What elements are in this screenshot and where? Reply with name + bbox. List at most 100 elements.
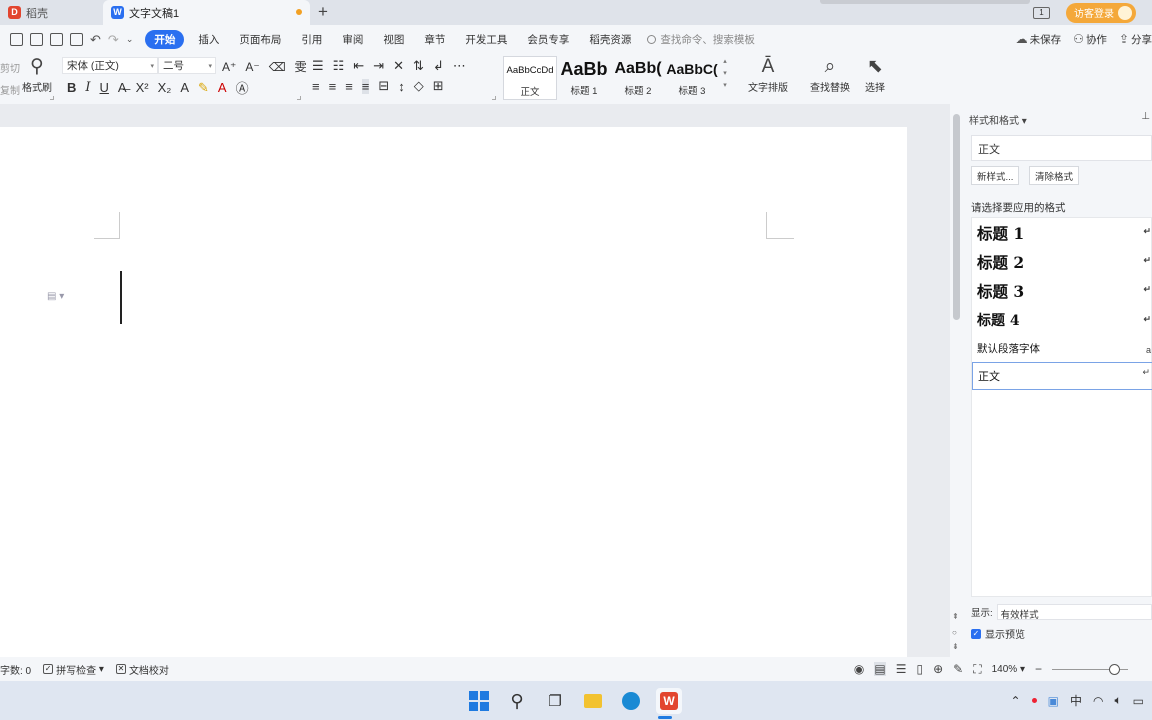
menu-docer-resources[interactable]: 稻壳资源 (579, 32, 641, 47)
tray-app-icon[interactable]: ▣ (1048, 694, 1059, 708)
menu-home[interactable]: 开始 (145, 29, 185, 49)
superscript-icon[interactable]: X² (136, 80, 149, 95)
current-style-field[interactable]: 正文 (971, 135, 1152, 161)
italic-icon[interactable]: I (85, 80, 90, 95)
increase-indent-icon[interactable]: ⇥ (373, 58, 384, 74)
style-heading-2[interactable]: AaBb( 标题 2 (611, 56, 665, 100)
wifi-icon[interactable]: ◠ (1093, 694, 1103, 708)
visitor-login-button[interactable]: 访客登录 (1066, 2, 1136, 23)
distribute-icon[interactable]: ⊟ (378, 78, 389, 94)
prev-page-icon[interactable]: ⇞ (952, 612, 959, 621)
style-list-item-heading-2[interactable]: 标题 2 ↵ (972, 251, 1152, 273)
menu-view[interactable]: 视图 (373, 32, 414, 47)
search-taskbar-button[interactable]: ⚲ (504, 688, 530, 714)
font-name-select[interactable]: 宋体 (正文) ▾ (62, 57, 158, 74)
zoom-out-icon[interactable]: − (1035, 662, 1042, 676)
web-view-icon[interactable]: ⊕ (933, 662, 943, 676)
show-preview-toggle[interactable]: ✓ 显示预览 (971, 626, 1025, 641)
task-view-button[interactable]: ❐ (542, 688, 568, 714)
group-launcher[interactable] (50, 96, 54, 100)
menu-insert[interactable]: 插入 (188, 32, 229, 47)
spell-check-button[interactable]: ✓ 拼写检查 ▾ (43, 662, 104, 677)
shading-icon[interactable]: ◇ (414, 78, 424, 94)
text-effect-icon[interactable]: A (180, 80, 189, 95)
checkbox-checked-icon[interactable]: ✓ (971, 628, 981, 639)
zoom-slider[interactable] (1052, 663, 1128, 675)
bullet-list-icon[interactable]: ☰ (312, 58, 324, 74)
style-list-item-default-font[interactable]: 默认段落字体 a (972, 341, 1152, 356)
file-explorer-button[interactable] (580, 688, 606, 714)
menu-review[interactable]: 审阅 (332, 32, 373, 47)
cut-button[interactable]: 剪切 (0, 60, 20, 75)
text-layout-button[interactable]: Ā 文字排版 (742, 55, 794, 94)
panel-title[interactable]: 样式和格式 ▾ (969, 112, 1027, 127)
print-icon[interactable] (50, 32, 63, 46)
menu-page-layout[interactable]: 页面布局 (229, 32, 291, 47)
font-size-select[interactable]: 二号 ▾ (158, 57, 216, 74)
select-browse-icon[interactable]: ○ (952, 628, 957, 637)
clear-format-button[interactable]: 清除格式 (1029, 166, 1080, 185)
tab-docer[interactable]: D 稻壳 (0, 0, 103, 25)
justify-icon[interactable]: ≡ (361, 78, 370, 94)
read-view-icon[interactable]: ▯ (916, 662, 923, 676)
char-border-icon[interactable]: Ⓐ (236, 78, 249, 97)
numbered-list-icon[interactable]: ☷ (333, 58, 345, 74)
page-view-icon[interactable]: ▤ (874, 662, 886, 676)
group-launcher[interactable] (492, 96, 496, 100)
copy-button[interactable]: 复制 (0, 82, 20, 97)
menu-member[interactable]: 会员专享 (517, 32, 579, 47)
battery-icon[interactable]: ▭ (1133, 694, 1144, 708)
undo-icon[interactable]: ↶ (90, 33, 101, 46)
grow-font-icon[interactable]: A⁺ (222, 60, 236, 74)
fit-page-icon[interactable]: ⛶ (973, 662, 981, 677)
scrollbar-thumb[interactable] (953, 114, 960, 320)
ime-indicator[interactable]: 中 (1070, 692, 1082, 709)
pin-icon[interactable]: ⊥ (1141, 111, 1150, 122)
doc-proof-button[interactable]: ✕ 文档校对 (115, 662, 169, 677)
align-left-icon[interactable]: ≡ (312, 79, 320, 94)
tray-chevron-icon[interactable]: ⌃ (1011, 694, 1021, 708)
volume-icon[interactable]: 🔈︎ (1114, 693, 1121, 708)
style-normal[interactable]: AaBbCcDd 正文 (503, 56, 557, 100)
underline-icon[interactable]: U (100, 80, 109, 95)
next-page-icon[interactable]: ⇟ (952, 642, 959, 651)
group-launcher[interactable] (297, 96, 301, 100)
style-heading-1[interactable]: AaBb 标题 1 (557, 56, 611, 100)
customize-chevron-icon[interactable]: ⌄ (126, 33, 134, 46)
menu-chapter[interactable]: 章节 (414, 32, 455, 47)
write-view-icon[interactable]: ✎ (953, 662, 963, 676)
align-center-icon[interactable]: ≡ (329, 79, 337, 94)
new-file-icon[interactable] (10, 32, 23, 46)
font-color-icon[interactable]: A (218, 80, 227, 95)
clear-format-icon[interactable]: ⌫ (269, 60, 286, 74)
borders-icon[interactable]: ⊞ (433, 78, 444, 94)
show-marks-icon[interactable]: ↲ (433, 58, 444, 74)
eye-protect-icon[interactable]: ◉ (854, 662, 864, 676)
style-list-item-normal[interactable]: 正文 ↵ (972, 362, 1152, 390)
redo-icon[interactable]: ↷ (108, 33, 119, 46)
unsaved-status[interactable]: ☁ 未保存 (1016, 32, 1062, 47)
new-tab-button[interactable]: + (318, 2, 328, 22)
menu-developer[interactable]: 开发工具 (455, 32, 517, 47)
style-list-item-heading-4[interactable]: 标题 4 ↵ (972, 310, 1152, 330)
new-style-button[interactable]: 新样式... (971, 166, 1020, 185)
style-gallery-scroll[interactable]: ▴ ▾ ▾ (719, 56, 731, 100)
line-spacing-icon[interactable]: ↕ (398, 79, 405, 94)
outline-view-icon[interactable]: ☰ (896, 662, 907, 676)
open-file-icon[interactable] (30, 32, 43, 46)
strikethrough-icon[interactable]: A̶ (118, 80, 127, 95)
decrease-indent-icon[interactable]: ⇤ (353, 58, 364, 74)
style-heading-3[interactable]: AaBbC( 标题 3 (665, 56, 719, 100)
pinyin-icon[interactable]: 雯 (295, 58, 307, 75)
style-list-item-heading-1[interactable]: 标题 1 ↵ (972, 222, 1152, 244)
vertical-scrollbar[interactable]: ⇞ ○ ⇟ (950, 104, 964, 657)
highlight-icon[interactable]: ✎ (198, 80, 209, 96)
wps-taskbar-button[interactable]: W (656, 688, 682, 714)
shrink-font-icon[interactable]: A⁻ (245, 60, 259, 74)
command-search[interactable]: 查找命令、搜索模板 (647, 32, 755, 47)
share-button[interactable]: ⇪ 分享 (1119, 32, 1152, 47)
tab-stop-icon[interactable]: ⋯ (453, 58, 466, 74)
menu-references[interactable]: 引用 (291, 32, 332, 47)
zoom-slider-knob[interactable] (1109, 663, 1120, 675)
chinese-layout-icon[interactable]: ✕ (393, 58, 404, 74)
